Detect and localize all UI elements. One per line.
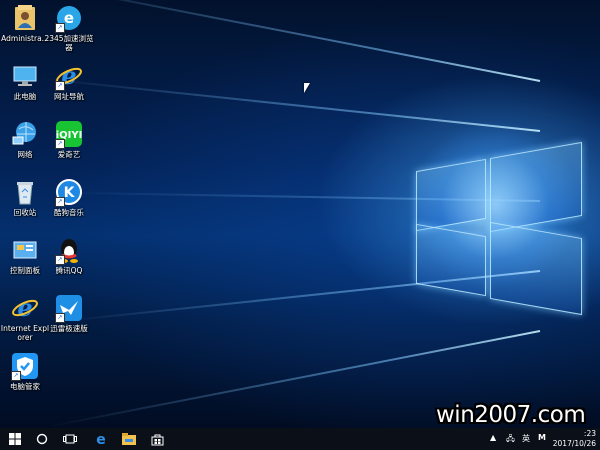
- desktop-icon-label: 2345加速浏览器: [44, 34, 94, 52]
- cortana-button[interactable]: [29, 428, 55, 450]
- desktop-icon-label: 回收站: [13, 208, 37, 217]
- desktop-icon-label: 酷狗音乐: [54, 208, 84, 217]
- light-beam: [42, 77, 541, 132]
- store-icon: [151, 434, 163, 445]
- taskbar-clock[interactable]: :23 2017/10/26: [553, 429, 596, 449]
- svg-text:e: e: [17, 294, 32, 322]
- control-panel-icon: [11, 236, 39, 264]
- task-view-button[interactable]: [57, 428, 83, 450]
- logo-pane: [416, 158, 486, 232]
- logo-pane: [416, 223, 486, 297]
- qq-icon: ↗: [55, 236, 83, 265]
- notification-chevron-icon[interactable]: ▲: [490, 433, 496, 442]
- desktop-icon-label: 网络: [17, 150, 33, 159]
- iqiyi-icon: iQIYI ↗: [55, 120, 83, 149]
- shortcut-arrow-icon: ↗: [55, 313, 65, 323]
- svg-text:K: K: [64, 185, 76, 201]
- file-explorer-icon: [122, 433, 136, 445]
- file-explorer-button[interactable]: [116, 428, 142, 450]
- kugou-icon: K ↗: [55, 178, 83, 207]
- ime-mode-indicator[interactable]: M: [538, 433, 546, 442]
- shortcut-arrow-icon: ↗: [55, 23, 65, 33]
- xunlei-icon: ↗: [55, 294, 83, 323]
- svg-text:e: e: [64, 9, 74, 27]
- desktop-icon-network[interactable]: 网络: [0, 120, 50, 159]
- clock-date: 2017/10/26: [552, 439, 596, 448]
- logo-pane: [490, 221, 582, 316]
- clock-time: :23: [583, 429, 596, 438]
- desktop-icon-iqiyi[interactable]: iQIYI ↗ 爱奇艺: [44, 120, 94, 159]
- desktop-icon-label: 网址导航: [54, 92, 84, 101]
- desktop-icon-label: 此电脑: [13, 92, 37, 101]
- desktop-icon-kugou[interactable]: K ↗ 酷狗音乐: [44, 178, 94, 217]
- desktop-icon-label: 电脑管家: [10, 382, 40, 391]
- desktop-icon-label: 腾讯QQ: [55, 266, 83, 275]
- shortcut-arrow-icon: ↗: [55, 255, 65, 265]
- desktop-icon-label: 控制面板: [10, 266, 40, 275]
- desktop-icon-administrator[interactable]: Administra...: [0, 4, 50, 43]
- computer-icon: [11, 62, 39, 90]
- desktop-icon-xunlei[interactable]: ↗ 迅雷极速版: [44, 294, 94, 333]
- desktop-icon-internet-explorer[interactable]: e Internet Explorer: [0, 293, 50, 342]
- desktop-icon-label: 爱奇艺: [57, 150, 81, 159]
- svg-text:e: e: [96, 432, 106, 446]
- user-folder-icon: [11, 4, 39, 32]
- edge-icon: e: [96, 432, 106, 446]
- desktop-icon-control-panel[interactable]: 控制面板: [0, 236, 50, 275]
- cortana-icon: [36, 433, 48, 445]
- desktop-icon-pc-manager[interactable]: ↗ 电脑管家: [0, 352, 50, 391]
- start-button[interactable]: [2, 428, 28, 450]
- mouse-cursor-icon: [304, 83, 310, 93]
- desktop-icon-qq[interactable]: ↗ 腾讯QQ: [44, 236, 94, 275]
- light-beam: [29, 0, 541, 82]
- shortcut-arrow-icon: ↗: [11, 371, 21, 381]
- start-icon: [9, 433, 21, 445]
- recycle-bin-icon: [11, 178, 39, 206]
- desktop-icon-label: Administra...: [1, 34, 49, 43]
- edge-button[interactable]: e: [88, 428, 114, 450]
- desktop-icon-this-pc[interactable]: 此电脑: [0, 62, 50, 101]
- desktop-icon-label: 迅雷极速版: [50, 324, 88, 333]
- shortcut-arrow-icon: ↗: [55, 81, 65, 91]
- shortcut-arrow-icon: ↗: [55, 197, 65, 207]
- taskbar: e ▲ 🖧 英 M :23 2017/10/26: [0, 428, 600, 450]
- browser-2345-icon: e ↗: [55, 4, 83, 33]
- pc-manager-icon: ↗: [11, 352, 39, 381]
- network-tray-icon[interactable]: 🖧: [506, 433, 515, 447]
- desktop-icon-recycle-bin[interactable]: 回收站: [0, 178, 50, 217]
- task-view-icon: [63, 434, 77, 444]
- ime-indicator[interactable]: 英: [522, 433, 530, 444]
- desktop-icon-label: Internet Explorer: [0, 324, 50, 342]
- ie-navigation-icon: e ↗: [55, 61, 83, 91]
- shortcut-arrow-icon: ↗: [55, 139, 65, 149]
- desktop-icon-navigation[interactable]: e ↗ 网址导航: [44, 61, 94, 101]
- ie-icon: e: [11, 293, 39, 322]
- network-icon: [11, 120, 39, 148]
- desktop-icon-2345-browser[interactable]: e ↗ 2345加速浏览器: [44, 4, 94, 52]
- site-watermark: win2007.com: [436, 402, 586, 428]
- store-button[interactable]: [144, 428, 170, 450]
- desktop-wallpaper: Administra... e ↗ 2345加速浏览器 此电脑 e ↗ 网址导航…: [0, 0, 600, 428]
